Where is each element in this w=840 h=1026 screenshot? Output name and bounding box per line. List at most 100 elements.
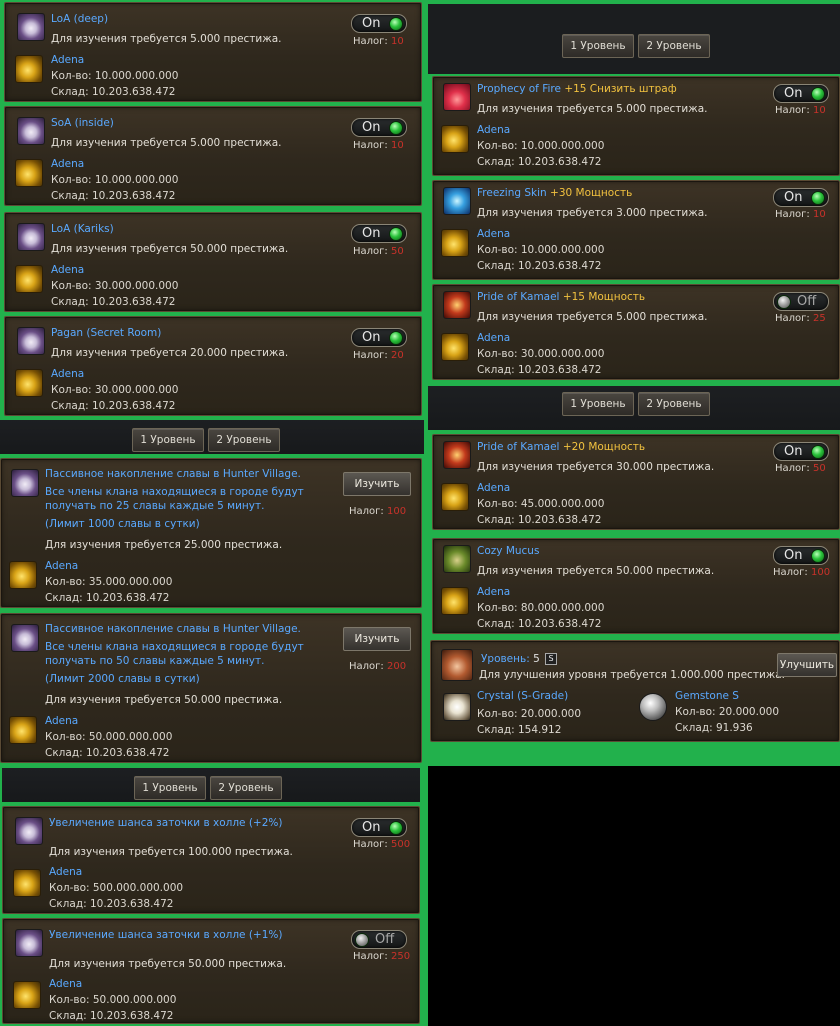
tab-level-2[interactable]: 2 Уровень <box>638 34 710 58</box>
resource-qty: Кол-во: 10.000.000.000 <box>51 174 179 186</box>
skill-panel-soa-inside: SoA (inside) Для изучения требуется 5.00… <box>4 106 422 206</box>
toggle-label: On <box>784 444 803 459</box>
toggle-knob-icon <box>355 933 369 947</box>
clan-skill-icon <box>17 13 45 41</box>
skill-description-line: получать по 50 славы каждые 5 минут. <box>45 655 265 667</box>
toggle-switch[interactable]: Off <box>351 930 407 949</box>
skill-panel-glory-25: Пассивное накопление славы в Hunter Vill… <box>0 458 422 608</box>
upgrade-button[interactable]: Улучшить <box>777 653 837 677</box>
resource-qty: Кол-во: 35.000.000.000 <box>45 576 173 588</box>
adena-icon <box>13 981 41 1009</box>
tax-info: Налог: 10 <box>353 36 404 47</box>
resource-name: Adena <box>477 482 511 494</box>
toggle-switch[interactable]: On <box>773 188 829 207</box>
skill-description-line: Все члены клана находящиеся в городе буд… <box>45 486 304 498</box>
toggle-switch[interactable]: On <box>351 14 407 33</box>
tax-info: Налог: 250 <box>353 951 411 962</box>
resource-name: Adena <box>51 368 85 380</box>
toggle-switch[interactable]: On <box>351 328 407 347</box>
toggle-switch[interactable]: On <box>351 118 407 137</box>
clan-skill-icon <box>17 223 45 251</box>
skill-panel-enchant-1: Увеличение шанса заточки в холле (+1%) Д… <box>2 918 420 1024</box>
resource-name: Adena <box>51 158 85 170</box>
adena-icon <box>15 369 43 397</box>
tab-level-1[interactable]: 1 Уровень <box>134 776 206 800</box>
resource-warehouse: Склад: 10.203.638.472 <box>45 747 170 759</box>
resource-name: Adena <box>45 715 79 727</box>
toggle-label: Off <box>375 932 395 947</box>
resource-warehouse: Склад: 10.203.638.472 <box>51 86 176 98</box>
prestige-requirement: Для изучения требуется 5.000 престижа. <box>51 137 282 149</box>
resource-warehouse: Склад: 10.203.638.472 <box>477 364 602 376</box>
skill-panel-prophecy-of-fire: Prophecy of Fire +15 Снизить штраф Для и… <box>432 76 840 176</box>
tax-info: Налог: 100 <box>349 506 407 517</box>
resource-qty: Кол-во: 45.000.000.000 <box>477 498 605 510</box>
tax-info: Налог: 10 <box>775 209 826 220</box>
adena-icon <box>13 869 41 897</box>
skill-description-line: получать по 25 славы каждые 5 минут. <box>45 500 265 512</box>
skill-panel-pride-of-kamael-20: Pride of Kamael +20 Мощность Для изучени… <box>432 434 840 530</box>
pride-of-kamael-icon <box>443 291 471 319</box>
adena-icon <box>9 561 37 589</box>
resource-qty: Кол-во: 30.000.000.000 <box>51 280 179 292</box>
prestige-requirement: Для изучения требуется 20.000 престижа. <box>51 347 289 359</box>
skill-title: Увеличение шанса заточки в холле (+1%) <box>49 929 283 941</box>
skill-title: Pagan (Secret Room) <box>51 327 162 339</box>
toggle-switch[interactable]: On <box>773 84 829 103</box>
resource-warehouse: Склад: 10.203.638.472 <box>51 296 176 308</box>
level-tab-strip: 1 Уровень 2 Уровень <box>428 386 840 430</box>
resource-qty: Кол-во: 30.000.000.000 <box>51 384 179 396</box>
toggle-switch[interactable]: Off <box>773 292 829 311</box>
toggle-label: On <box>362 226 381 241</box>
clan-skill-icon <box>15 929 43 957</box>
tab-level-2[interactable]: 2 Уровень <box>208 428 280 452</box>
learn-button[interactable]: Изучить <box>343 472 411 496</box>
resource-name: Adena <box>477 332 511 344</box>
grade-badge: S <box>545 653 557 665</box>
prophecy-of-fire-icon <box>443 83 471 111</box>
toggle-switch[interactable]: On <box>773 442 829 461</box>
toggle-label: On <box>784 86 803 101</box>
tab-level-2[interactable]: 2 Уровень <box>210 776 282 800</box>
resource-name: Adena <box>477 228 511 240</box>
skill-description-line: Все члены клана находящиеся в городе буд… <box>45 641 304 653</box>
resource-name: Adena <box>49 866 83 878</box>
resource-warehouse: Склад: 10.203.638.472 <box>45 592 170 604</box>
clan-level-panel: Уровень: 5 S Для улучшения уровня требуе… <box>430 640 840 742</box>
skill-title: Pride of Kamael +20 Мощность <box>477 441 646 453</box>
prestige-requirement: Для изучения требуется 3.000 престижа. <box>477 207 708 219</box>
resource-warehouse: Склад: 10.203.638.472 <box>477 260 602 272</box>
tax-info: Налог: 25 <box>775 313 826 324</box>
tab-level-2[interactable]: 2 Уровень <box>638 392 710 416</box>
resource-name: Adena <box>49 978 83 990</box>
toggle-knob-icon <box>389 121 403 135</box>
resource-warehouse: Склад: 10.203.638.472 <box>477 618 602 630</box>
toggle-switch[interactable]: On <box>351 818 407 837</box>
resource-warehouse: Склад: 91.936 <box>675 722 753 734</box>
resource-warehouse: Склад: 10.203.638.472 <box>477 514 602 526</box>
adena-icon <box>441 333 469 361</box>
toggle-label: On <box>362 330 381 345</box>
tab-level-1[interactable]: 1 Уровень <box>562 392 634 416</box>
adena-icon <box>15 55 43 83</box>
tax-info: Налог: 500 <box>353 839 411 850</box>
resource-warehouse: Склад: 10.203.638.472 <box>49 1010 174 1022</box>
learn-button[interactable]: Изучить <box>343 627 411 651</box>
level-label: Уровень: 5 <box>481 653 540 665</box>
resource-qty: Кол-во: 20.000.000 <box>675 706 779 718</box>
toggle-switch[interactable]: On <box>773 546 829 565</box>
clan-skill-icon <box>17 327 45 355</box>
resource-qty: Кол-во: 10.000.000.000 <box>477 244 605 256</box>
tab-level-1[interactable]: 1 Уровень <box>132 428 204 452</box>
skill-panel-pride-of-kamael-15: Pride of Kamael +15 Мощность Для изучени… <box>432 284 840 380</box>
tab-level-1[interactable]: 1 Уровень <box>562 34 634 58</box>
skill-description-line: (Лимит 2000 славы в сутки) <box>45 673 200 685</box>
resource-name: Adena <box>45 560 79 572</box>
toggle-label: On <box>362 16 381 31</box>
toggle-switch[interactable]: On <box>351 224 407 243</box>
resource-name: Adena <box>477 586 511 598</box>
resource-name: Adena <box>51 54 85 66</box>
resource-warehouse: Склад: 10.203.638.472 <box>51 190 176 202</box>
toggle-knob-icon <box>389 17 403 31</box>
level-tab-strip: 1 Уровень 2 Уровень <box>0 420 424 454</box>
